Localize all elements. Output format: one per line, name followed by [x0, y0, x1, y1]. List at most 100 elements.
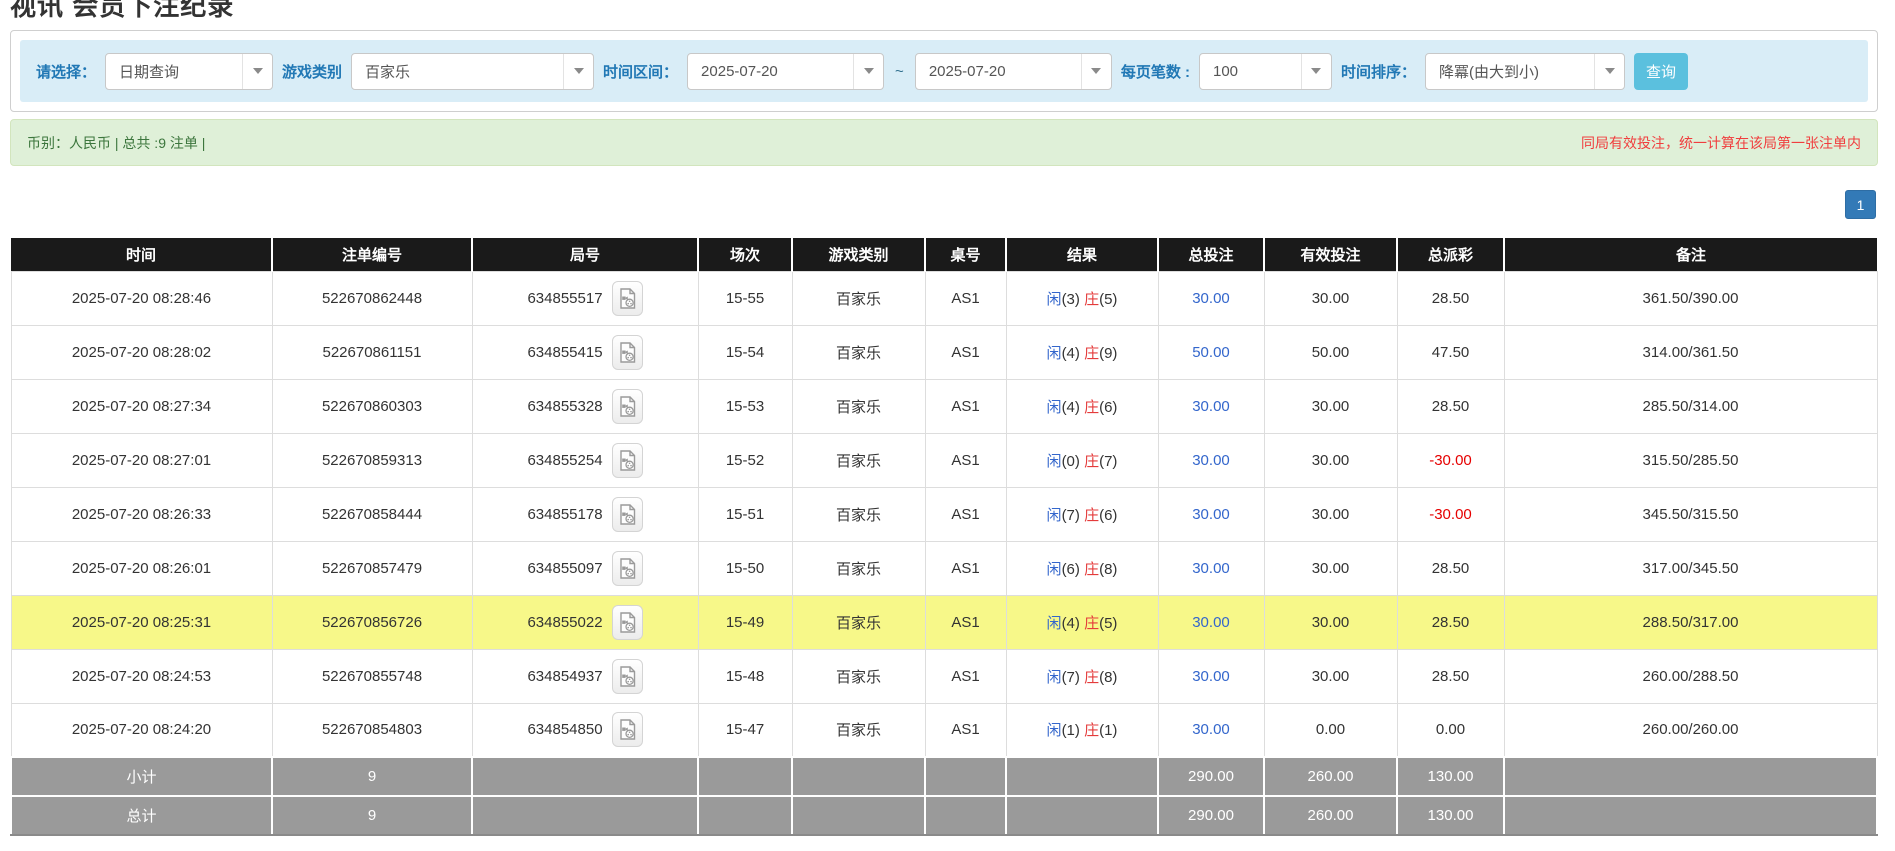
cell-payout: 28.50	[1397, 379, 1504, 433]
cell-bet-id: 522670854803	[272, 703, 472, 757]
cell-payout: 28.50	[1397, 541, 1504, 595]
cell-game-type: 百家乐	[792, 271, 925, 325]
chevron-down-icon[interactable]	[853, 54, 883, 89]
player-result-score: (4)	[1062, 615, 1080, 632]
banker-result-score: (6)	[1099, 507, 1117, 524]
video-record-icon[interactable]	[612, 551, 643, 586]
cell-session: 15-51	[698, 487, 792, 541]
banker-result-label: 庄	[1084, 453, 1099, 470]
video-record-icon[interactable]	[612, 712, 643, 747]
cell-valid-bet: 50.00	[1264, 325, 1397, 379]
cell-session: 15-53	[698, 379, 792, 433]
filter-bar: 请选择： 日期查询 游戏类别 百家乐 时间区间： 2025-07-20 ~ 20…	[20, 40, 1868, 102]
col-header-result: 结果	[1006, 238, 1158, 271]
cell-result: 闲(7) 庄(6)	[1006, 487, 1158, 541]
player-result-label: 闲	[1047, 507, 1062, 524]
subtotal-row: 小计 9 290.00 260.00 130.00	[11, 757, 1877, 796]
cell-payout: -30.00	[1397, 433, 1504, 487]
player-result-score: (3)	[1062, 291, 1080, 308]
cell-total-bet: 30.00	[1158, 379, 1264, 433]
cell-result: 闲(3) 庄(5)	[1006, 271, 1158, 325]
banker-result-label: 庄	[1084, 507, 1099, 524]
cell-table-no: AS1	[925, 379, 1006, 433]
col-header-game-type: 游戏类别	[792, 238, 925, 271]
cell-game-type: 百家乐	[792, 595, 925, 649]
chevron-down-icon[interactable]	[563, 54, 593, 89]
total-bet-link[interactable]: 30.00	[1192, 721, 1230, 738]
cell-session: 15-54	[698, 325, 792, 379]
total-row: 总计 9 290.00 260.00 130.00	[11, 796, 1877, 835]
sort-order-dropdown[interactable]: 降冪(由大到小)	[1425, 53, 1625, 90]
cell-time: 2025-07-20 08:27:01	[11, 433, 272, 487]
date-to-dropdown[interactable]: 2025-07-20	[915, 53, 1112, 90]
cell-session: 15-50	[698, 541, 792, 595]
video-record-icon[interactable]	[612, 281, 643, 316]
page-size-dropdown[interactable]: 100	[1199, 53, 1332, 90]
video-record-icon[interactable]	[612, 389, 643, 424]
player-result-score: (4)	[1062, 399, 1080, 416]
cell-table-no: AS1	[925, 595, 1006, 649]
player-result-score: (6)	[1062, 561, 1080, 578]
total-bet-link[interactable]: 30.00	[1192, 560, 1230, 577]
cell-bet-id: 522670859313	[272, 433, 472, 487]
video-record-icon[interactable]	[612, 659, 643, 694]
page-size-label: 每页笔数 :	[1121, 61, 1190, 82]
cell-result: 闲(0) 庄(7)	[1006, 433, 1158, 487]
cell-valid-bet: 0.00	[1264, 703, 1397, 757]
total-bet-link[interactable]: 30.00	[1192, 398, 1230, 415]
cell-game-type: 百家乐	[792, 325, 925, 379]
cell-table-no: AS1	[925, 271, 1006, 325]
video-record-icon[interactable]	[612, 335, 643, 370]
table-row: 2025-07-20 08:25:31 522670856726 6348550…	[11, 595, 1877, 649]
cell-payout: 28.50	[1397, 271, 1504, 325]
cell-game-type: 百家乐	[792, 541, 925, 595]
date-from-dropdown[interactable]: 2025-07-20	[687, 53, 884, 90]
search-button[interactable]: 查询	[1634, 53, 1688, 90]
cell-total-bet: 30.00	[1158, 703, 1264, 757]
cell-game-type: 百家乐	[792, 487, 925, 541]
cell-table-no: AS1	[925, 649, 1006, 703]
cell-time: 2025-07-20 08:26:01	[11, 541, 272, 595]
total-bet-link[interactable]: 30.00	[1192, 506, 1230, 523]
player-result-label: 闲	[1047, 722, 1062, 739]
cell-table-no: AS1	[925, 541, 1006, 595]
query-type-dropdown[interactable]: 日期查询	[105, 53, 273, 90]
player-result-label: 闲	[1047, 561, 1062, 578]
video-record-icon[interactable]	[612, 443, 643, 478]
total-bet-link[interactable]: 30.00	[1192, 290, 1230, 307]
total-bet-link[interactable]: 30.00	[1192, 614, 1230, 631]
cell-session: 15-48	[698, 649, 792, 703]
col-header-remark: 备注	[1504, 238, 1877, 271]
cell-round-id: 634855415	[472, 325, 698, 379]
game-type-value: 百家乐	[352, 61, 563, 82]
table-row: 2025-07-20 08:27:01 522670859313 6348552…	[11, 433, 1877, 487]
total-valid-bet: 260.00	[1264, 796, 1397, 835]
cell-session: 15-49	[698, 595, 792, 649]
chevron-down-icon[interactable]	[1081, 54, 1111, 89]
chevron-down-icon[interactable]	[1594, 54, 1624, 89]
cell-time: 2025-07-20 08:28:02	[11, 325, 272, 379]
banker-result-label: 庄	[1084, 399, 1099, 416]
cell-round-id: 634855328	[472, 379, 698, 433]
game-type-dropdown[interactable]: 百家乐	[351, 53, 594, 90]
cell-total-bet: 30.00	[1158, 433, 1264, 487]
video-record-icon[interactable]	[612, 605, 643, 640]
date-from-value: 2025-07-20	[688, 63, 853, 80]
page-title: 视讯 会员下注纪录	[10, 0, 234, 23]
cell-remark: 260.00/260.00	[1504, 703, 1877, 757]
total-bet-link[interactable]: 50.00	[1192, 344, 1230, 361]
cell-round-id: 634855517	[472, 271, 698, 325]
chevron-down-icon[interactable]	[1301, 54, 1331, 89]
chevron-down-icon[interactable]	[242, 54, 272, 89]
page-1-button[interactable]: 1	[1845, 190, 1876, 219]
col-header-valid-bet: 有效投注	[1264, 238, 1397, 271]
cell-total-bet: 30.00	[1158, 541, 1264, 595]
total-bet-link[interactable]: 30.00	[1192, 668, 1230, 685]
cell-result: 闲(4) 庄(5)	[1006, 595, 1158, 649]
cell-time: 2025-07-20 08:28:46	[11, 271, 272, 325]
banker-result-score: (6)	[1099, 399, 1117, 416]
table-row: 2025-07-20 08:24:20 522670854803 6348548…	[11, 703, 1877, 757]
subtotal-label: 小计	[11, 757, 272, 796]
video-record-icon[interactable]	[612, 497, 643, 532]
total-bet-link[interactable]: 30.00	[1192, 452, 1230, 469]
